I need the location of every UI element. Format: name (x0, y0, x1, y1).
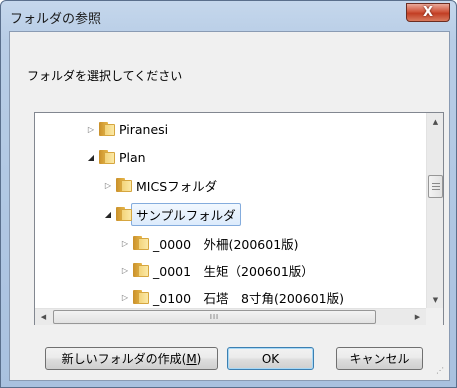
folder-icon (133, 236, 149, 250)
tree-node-plan[interactable]: ◢ Plan (86, 146, 146, 168)
vertical-scrollbar[interactable]: ▲ ▼ (426, 113, 443, 308)
tree-node-label: サンプルフォルダ (131, 202, 241, 226)
expand-arrow-icon[interactable]: ▷ (86, 125, 96, 134)
expand-arrow-icon[interactable]: ▷ (120, 293, 130, 302)
folder-icon (116, 178, 132, 192)
tree-node-label: MICSフォルダ (136, 178, 218, 194)
title-bar[interactable]: フォルダの参照 X (1, 1, 456, 31)
tree-node-label: _0100 石塔 8寸角(200601版) (153, 290, 344, 306)
horizontal-scrollbar[interactable]: ◀ III ▶ (35, 308, 426, 325)
window-title: フォルダの参照 (10, 12, 102, 27)
scroll-right-arrow-icon[interactable]: ▶ (409, 309, 426, 325)
scrollbar-corner (426, 308, 443, 325)
scroll-down-arrow-icon[interactable]: ▼ (427, 291, 444, 308)
new-folder-button[interactable]: 新しいフォルダの作成(M) (45, 347, 218, 370)
tree-node-mics-folder[interactable]: ▷ MICSフォルダ (103, 174, 217, 196)
horizontal-scroll-thumb[interactable]: III (53, 310, 376, 324)
collapse-arrow-icon[interactable]: ◢ (86, 153, 96, 162)
scroll-up-arrow-icon[interactable]: ▲ (427, 113, 444, 130)
folder-icon (133, 290, 149, 304)
cancel-label: キャンセル (349, 352, 410, 366)
tree-node-0000[interactable]: ▷ _0000 外柵(200601版) (120, 232, 299, 254)
new-folder-label: 新しいフォルダの作成( (61, 352, 187, 366)
close-icon: X (422, 5, 434, 20)
tree-node-0100[interactable]: ▷ _0100 石塔 8寸角(200601版) (120, 286, 344, 308)
ok-button[interactable]: OK (227, 347, 314, 370)
tree-node-sample-folder[interactable]: ◢ サンプルフォルダ (103, 202, 241, 226)
new-folder-suffix: ) (196, 351, 202, 366)
tree-node-piranesi[interactable]: ▷ Piranesi (86, 118, 168, 140)
scroll-grip-icon: III (209, 313, 220, 321)
collapse-arrow-icon[interactable]: ◢ (103, 210, 113, 219)
expand-arrow-icon[interactable]: ▷ (103, 181, 113, 190)
tree-node-label: Plan (119, 149, 146, 165)
instruction-text: フォルダを選択してください (27, 69, 183, 83)
folder-icon (133, 263, 149, 277)
tree-content: ▷ Piranesi ◢ Plan ▷ MICSフォルダ ◢ サンプルフォルダ … (35, 113, 426, 308)
folder-icon (99, 122, 115, 136)
resize-grip-icon[interactable]: ⋰ (436, 367, 446, 379)
expand-arrow-icon[interactable]: ▷ (120, 239, 130, 248)
folder-icon (116, 207, 132, 221)
close-button[interactable]: X (406, 3, 450, 22)
new-folder-mnemonic: M (186, 351, 197, 366)
scroll-left-arrow-icon[interactable]: ◀ (35, 309, 52, 325)
vertical-scroll-thumb[interactable] (428, 175, 443, 198)
ok-label: OK (261, 351, 280, 366)
tree-node-label: Piranesi (119, 121, 169, 137)
folder-icon (99, 150, 115, 164)
tree-node-label: _0001 生矩（200601版） (153, 263, 314, 279)
tree-node-label: _0000 外柵(200601版) (153, 236, 299, 252)
expand-arrow-icon[interactable]: ▷ (120, 266, 130, 275)
folder-tree-view[interactable]: ▷ Piranesi ◢ Plan ▷ MICSフォルダ ◢ サンプルフォルダ … (34, 112, 444, 325)
cancel-button[interactable]: キャンセル (336, 347, 423, 370)
tree-node-0001[interactable]: ▷ _0001 生矩（200601版） (120, 259, 314, 281)
